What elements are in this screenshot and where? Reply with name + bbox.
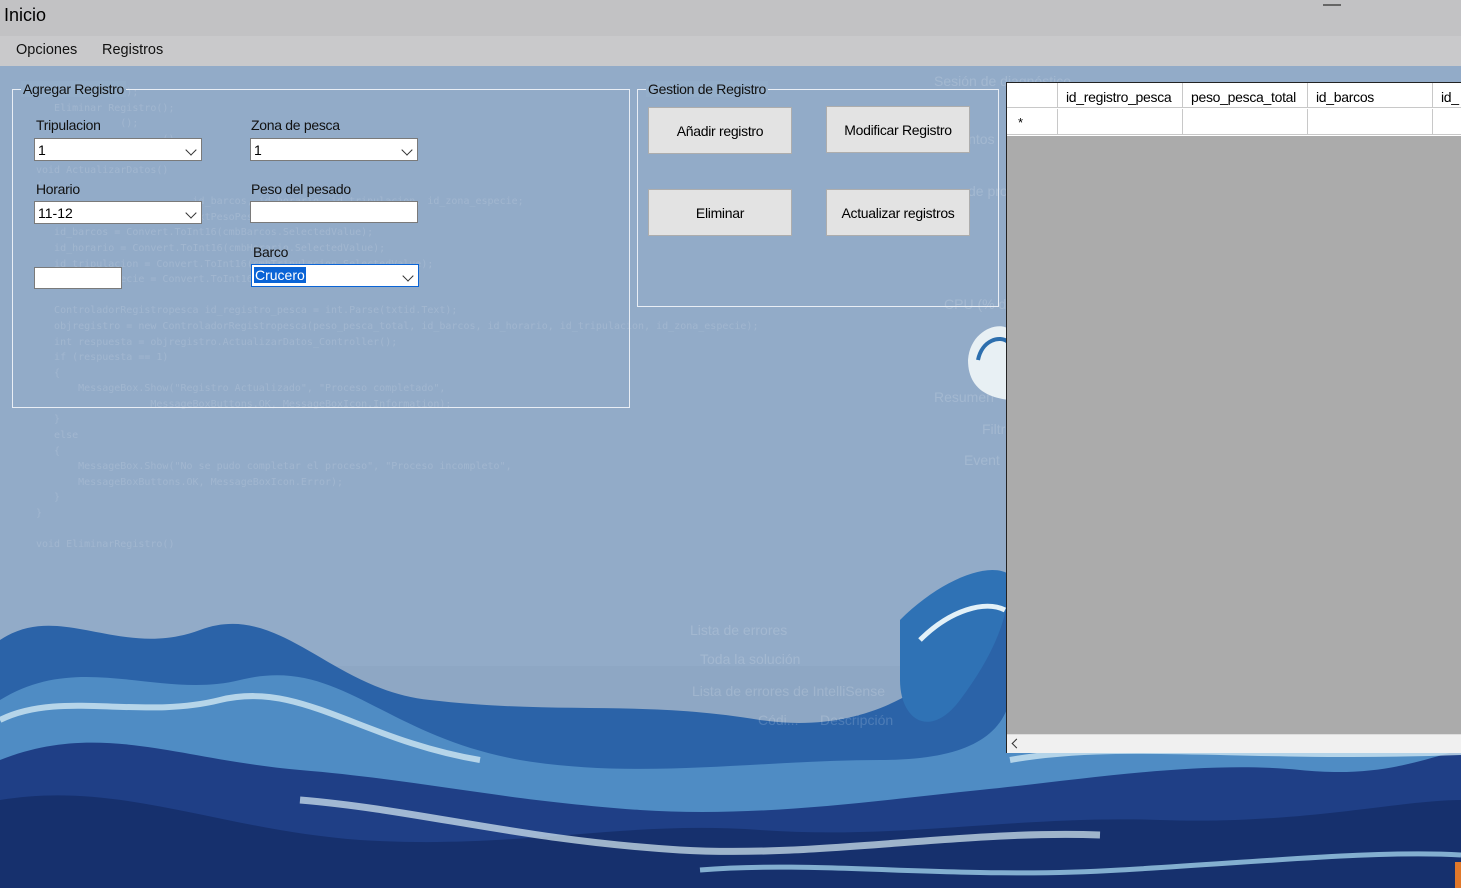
add-record-button[interactable]: Añadir registro (648, 107, 792, 154)
minimize-icon[interactable] (1323, 4, 1341, 6)
gestion-registro-title: Gestion de Registro (646, 81, 769, 97)
agregar-registro-group: Agregar Registro (12, 81, 630, 408)
horizontal-scrollbar[interactable] (1007, 734, 1461, 753)
barco-label: Barco (253, 244, 289, 260)
id-registro-input[interactable] (34, 267, 122, 289)
table-cell[interactable] (1308, 109, 1433, 135)
chevron-down-icon[interactable] (401, 144, 413, 156)
update-records-button[interactable]: Actualizar registros (826, 189, 970, 236)
zona-pesca-label: Zona de pesca (251, 117, 340, 133)
column-header[interactable]: peso_pesca_total (1183, 83, 1308, 108)
zona-pesca-select[interactable]: 1 (250, 138, 418, 161)
menu-registros[interactable]: Registros (102, 42, 163, 58)
chevron-left-icon[interactable] (1011, 738, 1022, 749)
menu-opciones[interactable]: Opciones (16, 42, 77, 58)
horario-label: Horario (36, 181, 80, 197)
table-cell[interactable] (1183, 109, 1308, 135)
records-data-grid[interactable]: id_registro_pesca peso_pesca_total id_ba… (1006, 82, 1461, 753)
scrollbar-thumb[interactable] (1027, 737, 1457, 750)
row-header[interactable]: * (1007, 109, 1058, 135)
table-row[interactable]: * (1007, 109, 1461, 136)
menu-bar: Opciones Registros (0, 36, 1461, 66)
table-cell[interactable] (1433, 109, 1461, 135)
grid-header: id_registro_pesca peso_pesca_total id_ba… (1007, 83, 1461, 109)
table-cell[interactable] (1058, 109, 1183, 135)
barco-value: Crucero (254, 267, 306, 283)
modify-record-button[interactable]: Modificar Registro (826, 106, 970, 153)
chevron-down-icon[interactable] (185, 207, 197, 219)
chevron-down-icon[interactable] (402, 270, 414, 282)
delete-record-button[interactable]: Eliminar (648, 189, 792, 236)
new-row-marker: * (1018, 115, 1024, 130)
column-header[interactable]: id_ (1433, 83, 1461, 108)
horario-select[interactable]: 11-12 (34, 201, 202, 224)
window-title: Inicio (4, 5, 47, 25)
tripulacion-value: 1 (38, 142, 46, 158)
peso-pesado-input[interactable] (250, 201, 418, 223)
agregar-registro-title: Agregar Registro (21, 81, 127, 97)
column-header[interactable]: id_barcos (1308, 83, 1433, 108)
zona-pesca-value: 1 (254, 142, 262, 158)
column-header[interactable]: id_registro_pesca (1058, 83, 1183, 108)
tripulacion-label: Tripulacion (36, 117, 101, 133)
tripulacion-select[interactable]: 1 (34, 138, 202, 161)
row-header-corner (1007, 83, 1058, 108)
peso-pesado-label: Peso del pesado (251, 181, 351, 197)
chevron-down-icon[interactable] (185, 144, 197, 156)
horario-value: 11-12 (38, 205, 73, 221)
title-bar: Inicio (0, 0, 1461, 36)
barco-select[interactable]: Crucero (251, 264, 419, 287)
